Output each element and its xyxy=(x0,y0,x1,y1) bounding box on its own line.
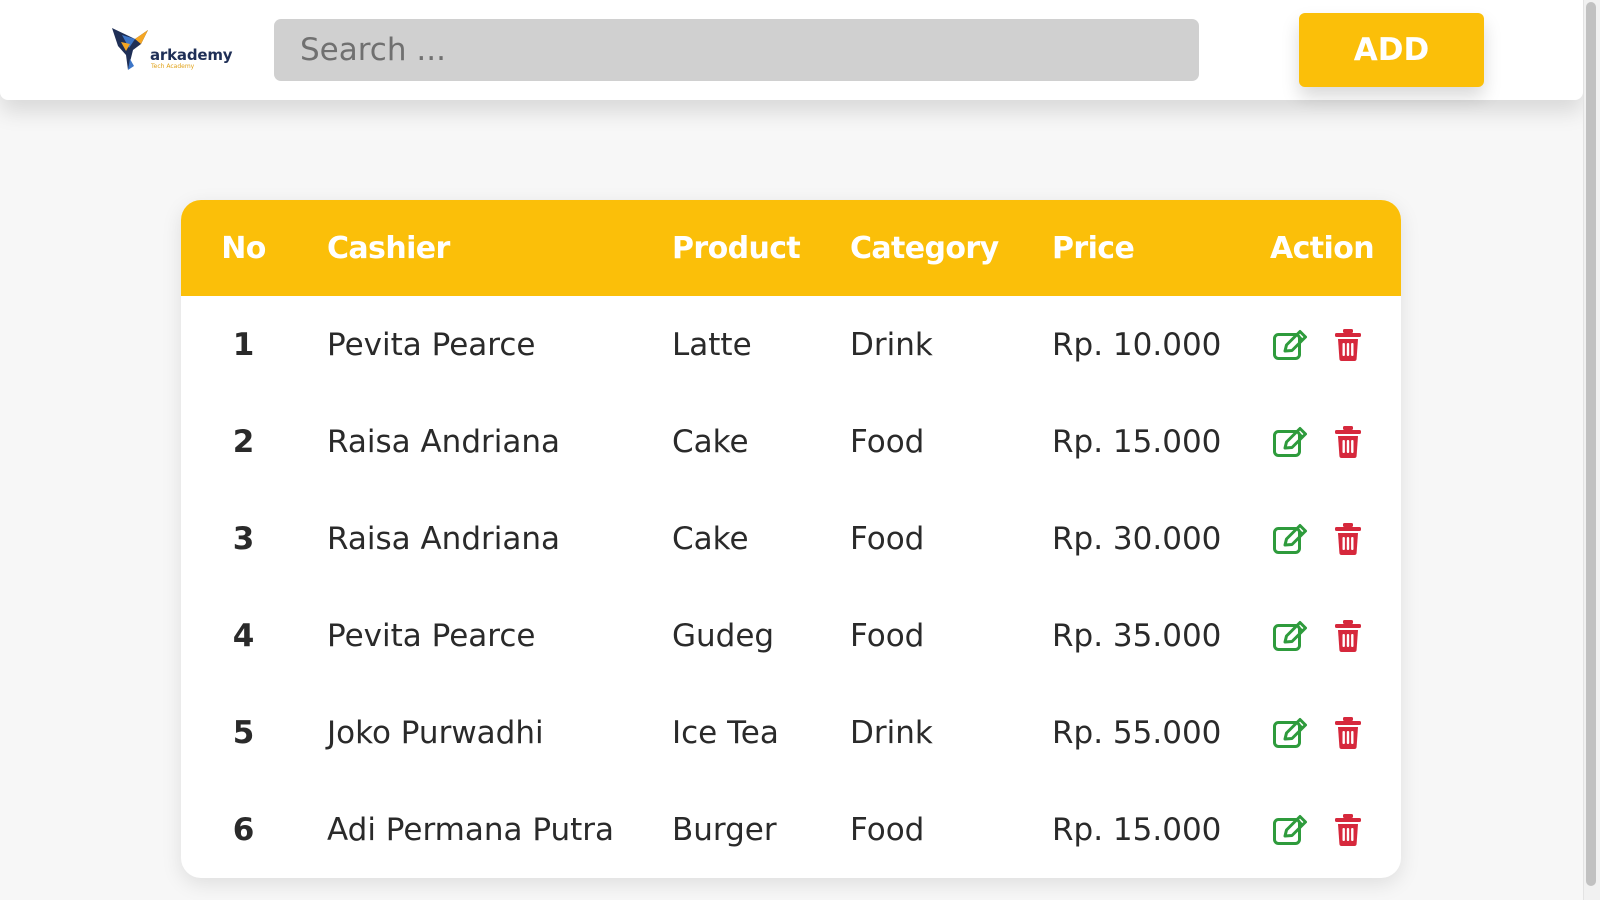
page: arkademy Tech Academy ADD No Cashier Pro… xyxy=(0,0,1600,900)
action-buttons xyxy=(1270,618,1401,654)
row-category: Drink xyxy=(850,326,933,363)
edit-button[interactable] xyxy=(1272,618,1308,654)
row-cashier: Pevita Pearce xyxy=(327,326,536,363)
row-price: Rp. 30.000 xyxy=(1052,520,1222,557)
row-number: 4 xyxy=(232,617,255,654)
trash-icon xyxy=(1335,813,1361,846)
delete-button[interactable] xyxy=(1330,715,1366,751)
table-row: 5 Joko Purwadhi Ice Tea Drink Rp. 55.000 xyxy=(181,684,1401,781)
header-category: Category xyxy=(850,230,999,266)
row-number: 6 xyxy=(232,811,255,848)
row-number: 3 xyxy=(232,520,255,557)
row-actions xyxy=(1270,393,1401,490)
trash-icon xyxy=(1335,716,1361,749)
edit-icon xyxy=(1273,329,1307,360)
table-row: 6 Adi Permana Putra Burger Food Rp. 15.000 xyxy=(181,781,1401,878)
row-actions xyxy=(1270,684,1401,781)
header-cashier: Cashier xyxy=(327,230,450,266)
table-row: 2 Raisa Andriana Cake Food Rp. 15.000 xyxy=(181,393,1401,490)
logo-subtext: Tech Academy xyxy=(151,63,195,70)
row-price: Rp. 55.000 xyxy=(1052,714,1222,751)
edit-button[interactable] xyxy=(1272,424,1308,460)
search-input[interactable] xyxy=(274,19,1199,81)
row-actions xyxy=(1270,587,1401,684)
table-header: No Cashier Product Category Price Action xyxy=(181,200,1401,296)
table-header-row: No Cashier Product Category Price Action xyxy=(181,200,1401,296)
row-price: Rp. 35.000 xyxy=(1052,617,1222,654)
row-number: 5 xyxy=(232,714,255,751)
row-cashier: Pevita Pearce xyxy=(327,617,536,654)
action-buttons xyxy=(1270,715,1401,751)
table-row: 4 Pevita Pearce Gudeg Food Rp. 35.000 xyxy=(181,587,1401,684)
table-row: 3 Raisa Andriana Cake Food Rp. 30.000 xyxy=(181,490,1401,587)
header-product: Product xyxy=(672,230,801,266)
delete-button[interactable] xyxy=(1330,424,1366,460)
trash-icon xyxy=(1335,619,1361,652)
trash-icon xyxy=(1335,522,1361,555)
action-buttons xyxy=(1270,424,1401,460)
row-product: Gudeg xyxy=(672,617,775,654)
edit-icon xyxy=(1273,426,1307,457)
add-button[interactable]: ADD xyxy=(1299,13,1484,87)
row-product: Cake xyxy=(672,520,749,557)
row-product: Latte xyxy=(672,326,752,363)
action-buttons xyxy=(1270,521,1401,557)
row-category: Food xyxy=(850,423,925,460)
row-category: Drink xyxy=(850,714,933,751)
row-actions xyxy=(1270,490,1401,587)
action-buttons xyxy=(1270,812,1401,848)
scrollbar-thumb[interactable] xyxy=(1586,2,1596,886)
trash-icon xyxy=(1335,328,1361,361)
delete-button[interactable] xyxy=(1330,812,1366,848)
vertical-scrollbar[interactable] xyxy=(1583,0,1600,900)
delete-button[interactable] xyxy=(1330,327,1366,363)
row-price: Rp. 15.000 xyxy=(1052,811,1222,848)
transactions-table: No Cashier Product Category Price Action… xyxy=(181,200,1401,878)
arkademy-logo[interactable]: arkademy Tech Academy xyxy=(110,22,233,78)
row-number: 1 xyxy=(232,326,255,363)
edit-icon xyxy=(1273,814,1307,845)
header-price: Price xyxy=(1052,230,1135,266)
edit-button[interactable] xyxy=(1272,715,1308,751)
data-table-card: No Cashier Product Category Price Action… xyxy=(181,200,1401,878)
action-buttons xyxy=(1270,327,1401,363)
logo-text: arkademy xyxy=(150,46,233,64)
row-category: Food xyxy=(850,811,925,848)
row-price: Rp. 10.000 xyxy=(1052,326,1222,363)
edit-button[interactable] xyxy=(1272,521,1308,557)
row-category: Food xyxy=(850,617,925,654)
edit-icon xyxy=(1273,717,1307,748)
edit-icon xyxy=(1273,523,1307,554)
row-actions xyxy=(1270,781,1401,878)
row-product: Burger xyxy=(672,811,777,848)
delete-button[interactable] xyxy=(1330,618,1366,654)
header-no: No xyxy=(221,230,266,266)
row-cashier: Adi Permana Putra xyxy=(327,811,615,848)
top-bar: arkademy Tech Academy ADD xyxy=(0,0,1583,100)
row-cashier: Raisa Andriana xyxy=(327,520,560,557)
table-body: 1 Pevita Pearce Latte Drink Rp. 10.000 2… xyxy=(181,296,1401,878)
row-product: Cake xyxy=(672,423,749,460)
edit-icon xyxy=(1273,620,1307,651)
delete-button[interactable] xyxy=(1330,521,1366,557)
row-category: Food xyxy=(850,520,925,557)
row-cashier: Joko Purwadhi xyxy=(327,714,544,751)
header-action: Action xyxy=(1270,230,1375,266)
trash-icon xyxy=(1335,425,1361,458)
table-row: 1 Pevita Pearce Latte Drink Rp. 10.000 xyxy=(181,296,1401,393)
row-cashier: Raisa Andriana xyxy=(327,423,560,460)
row-number: 2 xyxy=(232,423,255,460)
row-price: Rp. 15.000 xyxy=(1052,423,1222,460)
edit-button[interactable] xyxy=(1272,327,1308,363)
row-product: Ice Tea xyxy=(672,714,779,751)
row-actions xyxy=(1270,296,1401,393)
edit-button[interactable] xyxy=(1272,812,1308,848)
